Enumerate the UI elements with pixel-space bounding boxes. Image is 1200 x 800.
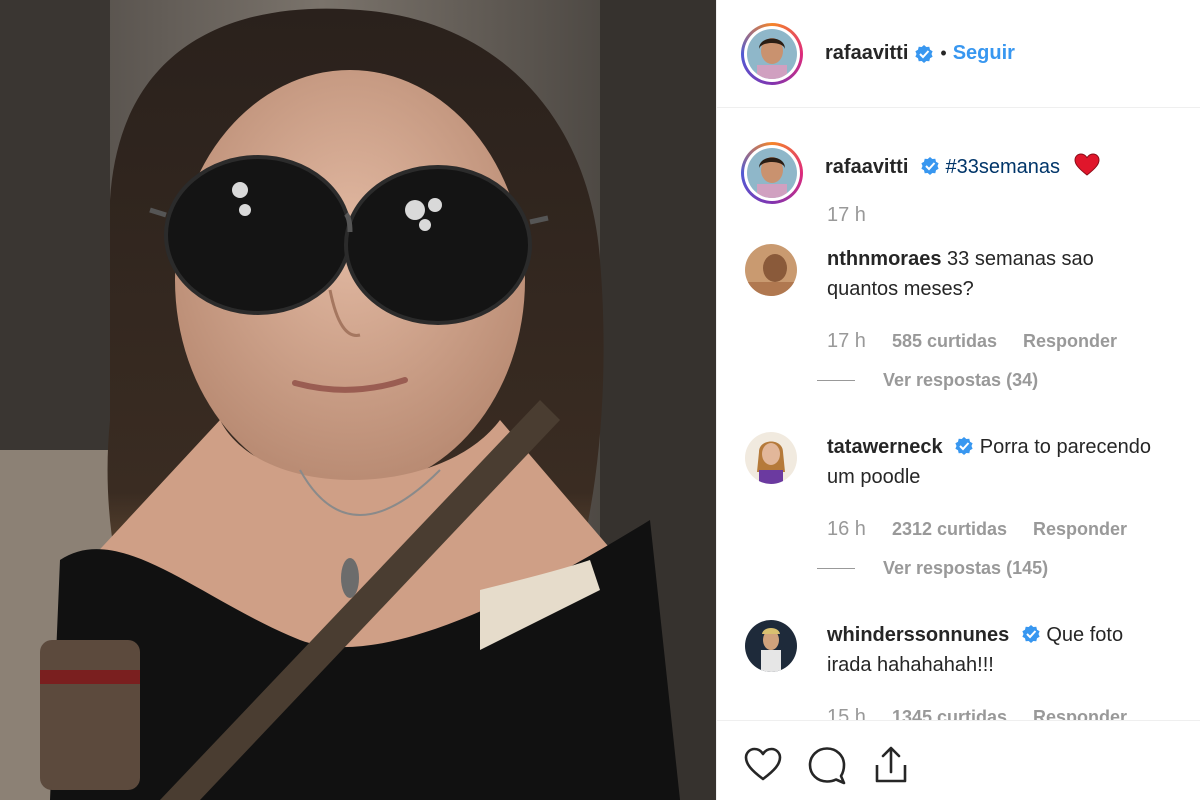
comment-timestamp: 15 h (827, 706, 866, 720)
separator-dot: • (940, 43, 947, 63)
author-username[interactable]: rafaavitti (825, 42, 908, 65)
reply-button[interactable]: Responder (1033, 707, 1127, 720)
comments-list[interactable]: rafaavitti #33semanas 17 h nthnmoraes 33… (717, 108, 1200, 720)
comment-meta: 16 h 2312 curtidas Responder (827, 518, 1127, 541)
caption-hashtag[interactable]: #33semanas (946, 156, 1061, 178)
replies-divider (817, 380, 855, 381)
author-avatar[interactable] (741, 22, 803, 85)
comment-username[interactable]: tatawerneck (827, 436, 943, 458)
comment-icon[interactable] (805, 743, 849, 787)
follow-button[interactable]: Seguir (953, 42, 1015, 65)
commenter-avatar-image (745, 432, 797, 484)
post-caption: rafaavitti #33semanas (741, 142, 1100, 204)
comment-likes[interactable]: 2312 curtidas (892, 519, 1007, 540)
comment-timestamp: 16 h (827, 518, 866, 540)
post-header: rafaavitti • Seguir (717, 0, 1200, 108)
comment-likes[interactable]: 585 curtidas (892, 331, 997, 352)
verified-badge-icon (1022, 625, 1040, 643)
reply-button[interactable]: Responder (1033, 519, 1127, 540)
comment-timestamp: 17 h (827, 330, 866, 352)
caption-avatar-image (747, 148, 797, 198)
comment-likes[interactable]: 1345 curtidas (892, 707, 1007, 720)
post-photo[interactable] (0, 0, 716, 800)
commenter-avatar[interactable] (745, 244, 797, 296)
view-replies-button[interactable]: Ver respostas (145) (817, 558, 1048, 579)
red-heart-emoji-icon (1074, 153, 1100, 176)
post-sidebar: rafaavitti • Seguir rafaavitti #33semana… (716, 0, 1200, 800)
comment-text: whinderssonnunes Que foto irada hahahaha… (827, 620, 1157, 680)
comment-meta: 15 h 1345 curtidas Responder (827, 706, 1127, 720)
share-icon[interactable] (869, 743, 913, 787)
verified-badge-icon (955, 437, 973, 455)
view-replies-button[interactable]: Ver respostas (34) (817, 370, 1038, 391)
instagram-post-view: rafaavitti • Seguir rafaavitti #33semana… (0, 0, 1200, 800)
view-replies-label: Ver respostas (145) (883, 558, 1049, 578)
comment-text: nthnmoraes 33 semanas sao quantos meses? (827, 244, 1157, 304)
commenter-avatar-image (745, 620, 797, 672)
comment-meta: 17 h 585 curtidas Responder (827, 330, 1117, 353)
caption-text: rafaavitti #33semanas (825, 152, 1100, 204)
heart-icon[interactable] (741, 743, 785, 787)
caption-avatar[interactable] (741, 142, 803, 204)
reply-button[interactable]: Responder (1023, 331, 1117, 352)
commenter-avatar[interactable] (745, 432, 797, 484)
comment-username[interactable]: whinderssonnunes (827, 624, 1009, 646)
caption-timestamp: 17 h (827, 204, 866, 226)
author-avatar-image (747, 28, 797, 79)
verified-badge-icon (921, 157, 939, 175)
commenter-avatar-image (745, 244, 797, 296)
comment-text: tatawerneck Porra to parecendo um poodle (827, 432, 1157, 492)
replies-divider (817, 568, 855, 569)
post-photo-illustration (0, 0, 716, 800)
post-actions-bar (717, 720, 1200, 800)
commenter-avatar[interactable] (745, 620, 797, 672)
caption-username[interactable]: rafaavitti (825, 156, 908, 178)
view-replies-label: Ver respostas (34) (883, 370, 1039, 390)
verified-badge-icon (915, 44, 933, 63)
comment-username[interactable]: nthnmoraes (827, 248, 941, 270)
